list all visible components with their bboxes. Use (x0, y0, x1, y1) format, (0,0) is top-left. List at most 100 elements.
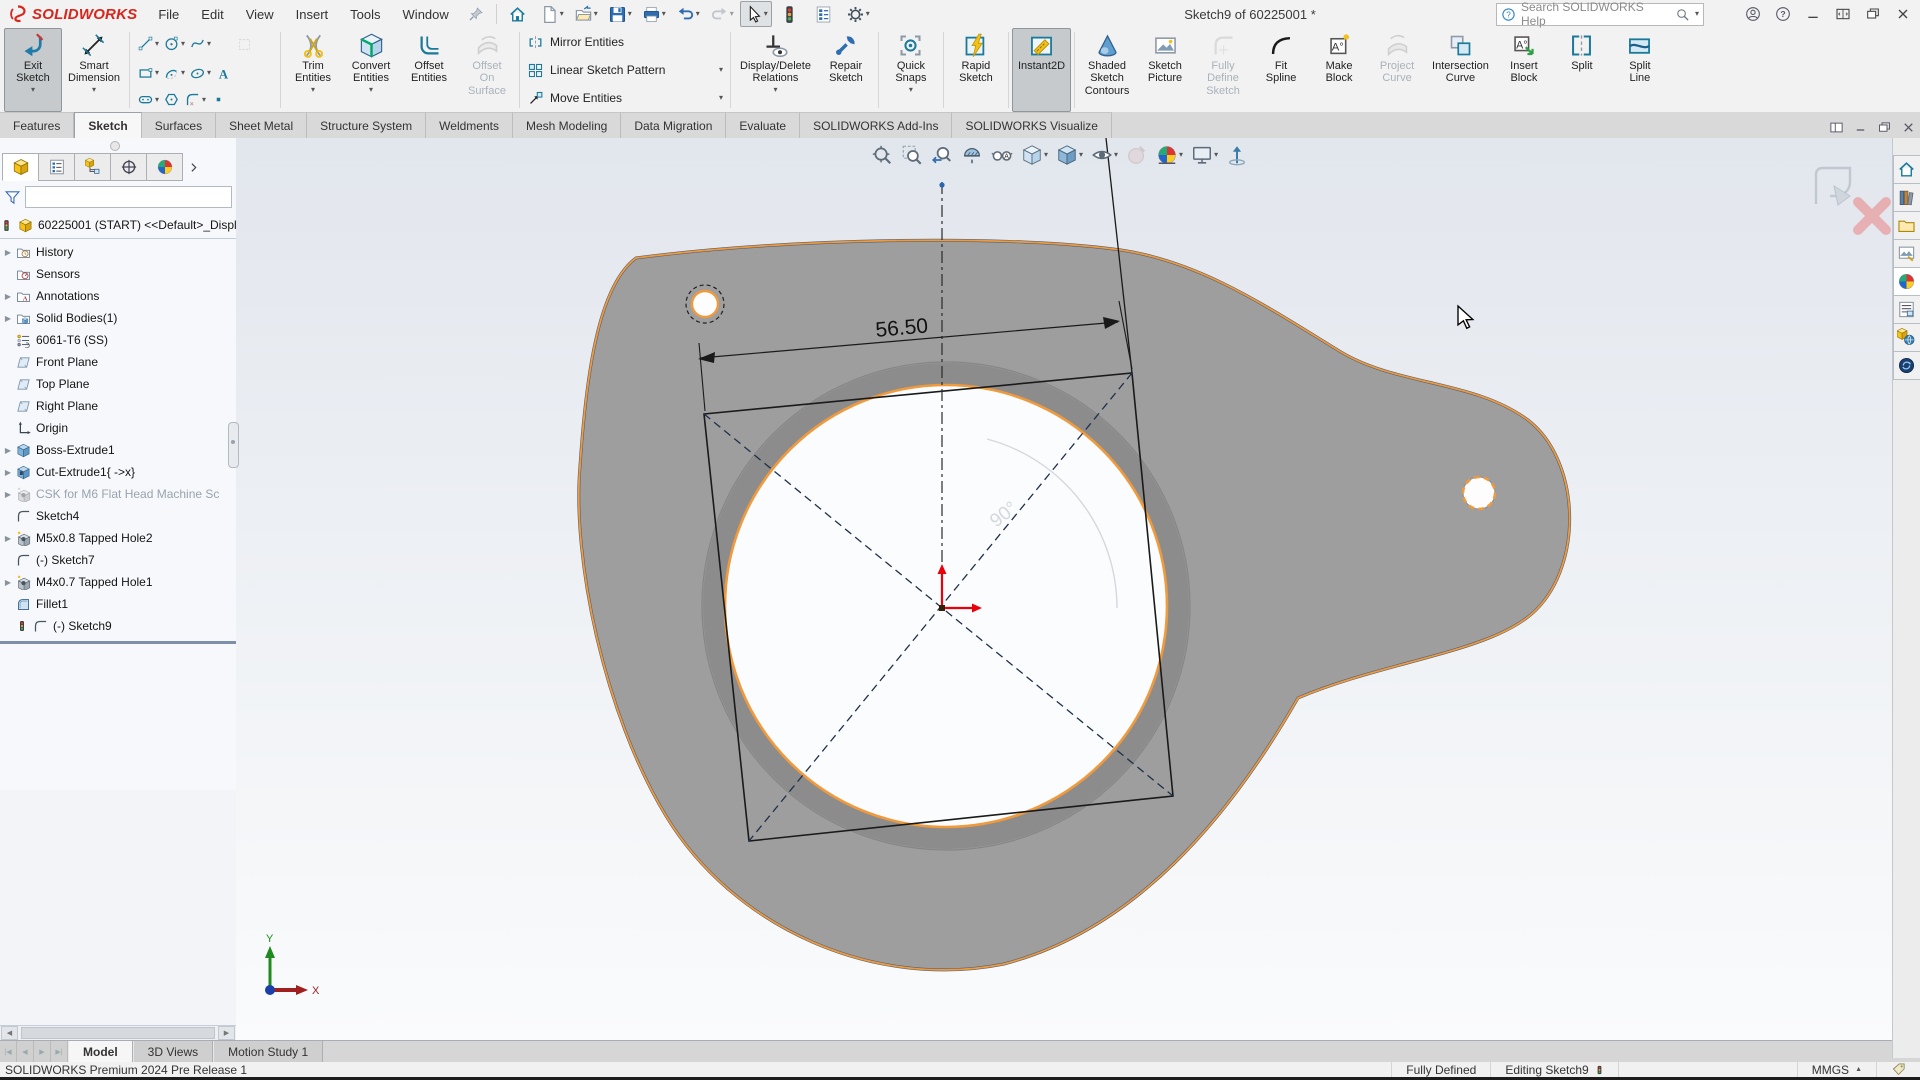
split-button[interactable]: Split (1553, 28, 1611, 112)
zoom-to-area-button[interactable] (898, 142, 926, 168)
fit-spline-button[interactable]: Fit Spline (1252, 28, 1310, 112)
tree-item-sensors[interactable]: Sensors (0, 263, 236, 285)
rectangle-tool-button[interactable]: ▾ (137, 65, 159, 82)
window-arrows-button[interactable] (1828, 0, 1858, 28)
menu-insert[interactable]: Insert (285, 0, 340, 28)
trim-entities-button[interactable]: Trim Entities▾ (284, 28, 342, 112)
hide-show-items-button[interactable]: ▾ (1088, 142, 1121, 168)
tree-item-m4x0-7-tapped-hole1[interactable]: ▶M4x0.7 Tapped Hole1 (0, 571, 236, 593)
expand-caret-icon[interactable]: ▶ (0, 534, 16, 543)
tab-structure-system[interactable]: Structure System (307, 112, 426, 138)
new-document-button[interactable]: ▾ (536, 1, 568, 27)
3d-drawing-view-button[interactable] (1223, 142, 1251, 168)
open-button[interactable]: ▾ (570, 1, 602, 27)
undo-button[interactable]: ▾ (672, 1, 704, 27)
tree-item-sketch7[interactable]: (-) Sketch7 (0, 549, 236, 571)
ghost-rect-tool-button[interactable] (215, 32, 273, 55)
file-explorer-button[interactable] (1893, 211, 1920, 240)
panel-expand-arrow[interactable] (182, 154, 204, 180)
dropdown-caret-icon[interactable]: ▾ (773, 86, 777, 94)
scroll-thumb[interactable] (21, 1027, 215, 1039)
intersection-curve-button[interactable]: Intersection Curve (1426, 28, 1495, 112)
print-button[interactable]: ▾ (638, 1, 670, 27)
tab-data-migration[interactable]: Data Migration (621, 112, 726, 138)
save-button[interactable]: ▾ (604, 1, 636, 27)
part-body[interactable] (579, 240, 1570, 970)
fully-define-sketch-button[interactable]: Fully Define Sketch (1194, 28, 1252, 112)
smart-dimension-button[interactable]: Smart Dimension▾ (62, 28, 126, 112)
doc-tab-motion-study-1[interactable]: Motion Study 1 (213, 1041, 323, 1063)
linear-sketch-pattern-button[interactable]: Linear Sketch Pattern▾ (527, 61, 723, 79)
doc-nav-button-3[interactable]: ▶| (51, 1041, 68, 1063)
tab-sheet-metal[interactable]: Sheet Metal (216, 112, 307, 138)
repair-sketch-button[interactable]: Repair Sketch (817, 28, 875, 112)
offset-entities-button[interactable]: Offset Entities (400, 28, 458, 112)
graphics-area[interactable]: A▾▾▾▾▾ (236, 138, 1920, 1040)
dropdown-caret-icon[interactable]: ▾ (560, 10, 564, 18)
dropdown-caret-icon[interactable]: ▾ (628, 10, 632, 18)
menu-file[interactable]: File (147, 0, 190, 28)
panel-tab-dimxpertmanager[interactable] (110, 153, 147, 181)
expand-caret-icon[interactable]: ▶ (0, 490, 16, 499)
tree-item-6061-t6-ss[interactable]: 6061-T6 (SS) (0, 329, 236, 351)
rollback-bar[interactable] (0, 641, 236, 644)
tree-item-sketch4[interactable]: Sketch4 (0, 505, 236, 527)
view-settings-button[interactable]: ▾ (1188, 142, 1221, 168)
restore-button[interactable] (1858, 0, 1888, 28)
doc-close-button[interactable] (1896, 116, 1920, 138)
offset-on-surface-button[interactable]: Offset On Surface (458, 28, 516, 112)
magnifier-icon[interactable] (1675, 7, 1690, 22)
dropdown-caret-icon[interactable]: ▾ (764, 10, 768, 18)
tree-item-m5x0-8-tapped-hole2[interactable]: ▶M5x0.8 Tapped Hole2 (0, 527, 236, 549)
model-scene[interactable]: 90° 56.50 (236, 138, 1920, 1040)
panel-tab-propertymanager[interactable] (38, 153, 75, 181)
make-block-button[interactable]: A°Make Block (1310, 28, 1368, 112)
arc-tool-button[interactable]: ▾ (163, 65, 185, 82)
tree-item-cut-extrude1-x[interactable]: ▶Cut-Extrude1{ ->x} (0, 461, 236, 483)
options-button[interactable]: ▾ (842, 1, 874, 27)
insert-block-button[interactable]: A°Insert Block (1495, 28, 1553, 112)
dropdown-caret-icon[interactable]: ▾ (311, 86, 315, 94)
task-home-button[interactable] (1893, 155, 1920, 184)
tree-item-fillet1[interactable]: Fillet1 (0, 593, 236, 615)
tree-item-csk-for-m6-flat-head-machine-sc[interactable]: ▶CSK for M6 Flat Head Machine Sc (0, 483, 236, 505)
dropdown-caret-icon[interactable]: ▾ (662, 10, 666, 18)
help-button[interactable]: ? (1768, 0, 1798, 28)
tree-item-annotations[interactable]: ▶AAnnotations (0, 285, 236, 307)
dropdown-caret-icon[interactable]: ▾ (594, 10, 598, 18)
tree-filter-input[interactable] (25, 186, 232, 208)
move-entities-button[interactable]: Move Entities▾ (527, 89, 723, 107)
tree-item-top-plane[interactable]: Top Plane (0, 373, 236, 395)
menu-tools[interactable]: Tools (339, 0, 391, 28)
dropdown-caret-icon[interactable]: ▾ (155, 69, 159, 77)
view-palette-button[interactable] (1893, 239, 1920, 268)
minimize-button[interactable] (1798, 0, 1828, 28)
ellipse-tool-button[interactable]: ▾ (189, 65, 211, 82)
expand-caret-icon[interactable]: ▶ (0, 446, 16, 455)
scroll-right-button[interactable]: ▶ (218, 1026, 235, 1040)
dropdown-caret-icon[interactable]: ▾ (909, 86, 913, 94)
view-orientation-button[interactable]: ▾ (1018, 142, 1051, 168)
project-curve-button[interactable]: Project Curve (1368, 28, 1426, 112)
hole-right[interactable] (1463, 477, 1495, 509)
dropdown-caret-icon[interactable]: ▾ (155, 40, 159, 48)
expand-caret-icon[interactable]: ▶ (0, 314, 16, 323)
user-profile-button[interactable] (1738, 0, 1768, 28)
tree-root[interactable]: 60225001 (START) <<Default>_Display (0, 214, 236, 236)
dropdown-caret-icon[interactable]: ▾ (1079, 151, 1083, 159)
dropdown-caret-icon[interactable]: ▾ (719, 66, 723, 74)
menu-window[interactable]: Window (392, 0, 460, 28)
cancel-sketch-button[interactable] (1858, 202, 1886, 230)
panel-splitter-grip[interactable] (110, 141, 120, 151)
tag-field[interactable] (1876, 1062, 1920, 1077)
tree-item-boss-extrude1[interactable]: ▶Boss-Extrude1 (0, 439, 236, 461)
panel-tab-featuremanager[interactable] (2, 153, 39, 181)
search-dropdown-caret[interactable]: ▾ (1695, 10, 1699, 18)
section-view-button[interactable] (958, 142, 986, 168)
dropdown-caret-icon[interactable]: ▾ (1179, 151, 1183, 159)
expand-caret-icon[interactable]: ▶ (0, 468, 16, 477)
dropdown-caret-icon[interactable]: ▾ (207, 40, 211, 48)
display-delete-relations-button[interactable]: Display/Delete Relations▾ (734, 28, 817, 112)
apply-scene-button[interactable]: ▾ (1153, 142, 1186, 168)
dropdown-caret-icon[interactable]: ▾ (696, 10, 700, 18)
